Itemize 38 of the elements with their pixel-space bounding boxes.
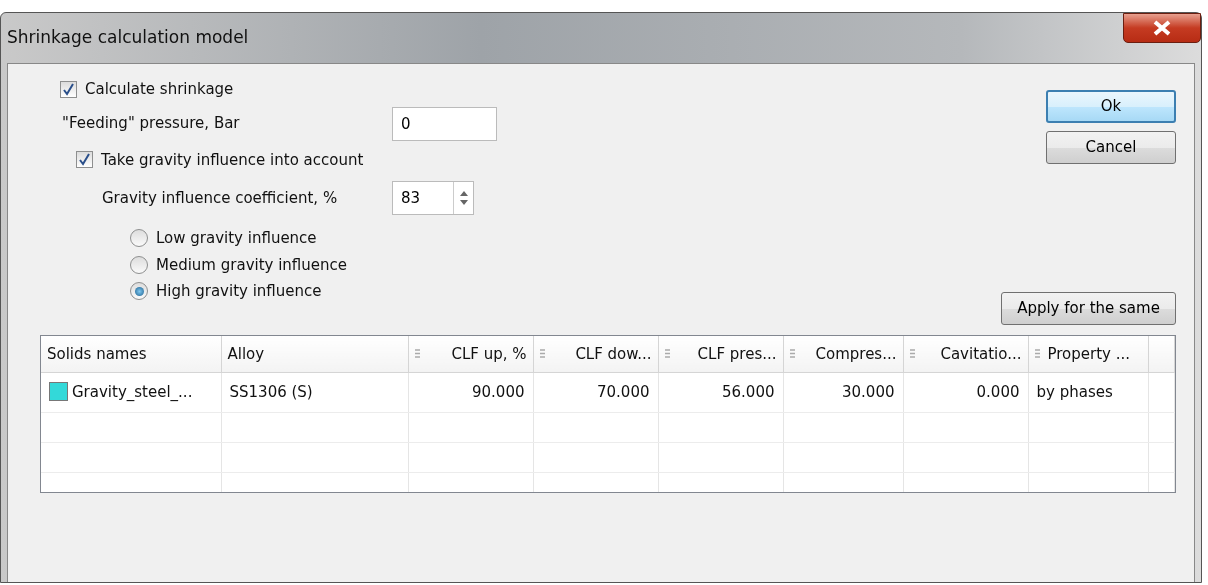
table-cell: by phases [1028,372,1148,412]
radio-label: Medium gravity influence [156,254,348,276]
column-header[interactable]: Property ... [1028,336,1148,372]
radio-button[interactable] [130,255,148,274]
column-header[interactable]: CLF pres... [658,336,783,372]
checkbox-label: Take gravity influence into account [101,149,364,171]
table-cell: 0.000 [903,372,1028,412]
close-icon [1152,20,1172,36]
column-header[interactable]: Cavitatio... [903,336,1028,372]
field-label: Gravity influence coefficient, % [102,187,339,209]
column-header[interactable]: CLF up, % [408,336,533,372]
radio-button[interactable] [130,282,148,301]
column-header[interactable]: Solids names [41,336,221,372]
cancel-button[interactable]: Cancel [1046,131,1176,164]
window-title: Shrinkage calculation model [7,26,249,50]
column-header[interactable]: CLF dow... [533,336,658,372]
checkbox[interactable] [60,80,77,98]
field-label: "Feeding" pressure, Bar [62,113,241,135]
input-field[interactable]: 0 [392,106,497,141]
checkbox[interactable] [76,151,93,169]
checkmark-icon [78,153,91,167]
ok-button[interactable]: Ok [1046,90,1176,123]
table-cell: SS1306 (S) [221,372,408,412]
close-button[interactable] [1123,13,1201,43]
table-cell: 56.000 [658,372,783,412]
radio-label: High gravity influence [156,281,322,302]
column-header[interactable]: Alloy [221,336,408,372]
spin-box[interactable]: 83 [392,181,474,215]
apply-button[interactable]: Apply for the same [1001,292,1176,325]
table-cell: Gravity_steel_... [72,382,193,401]
radio-label: Low gravity influence [156,228,317,249]
table-cell: 30.000 [783,372,903,412]
table-cell: 70.000 [533,372,658,412]
column-header[interactable]: Compres... [783,336,903,372]
checkbox-label: Calculate shrinkage [85,79,234,100]
table-cell: 90.000 [408,372,533,412]
radio-button[interactable] [130,229,148,248]
checkmark-icon [62,82,75,96]
